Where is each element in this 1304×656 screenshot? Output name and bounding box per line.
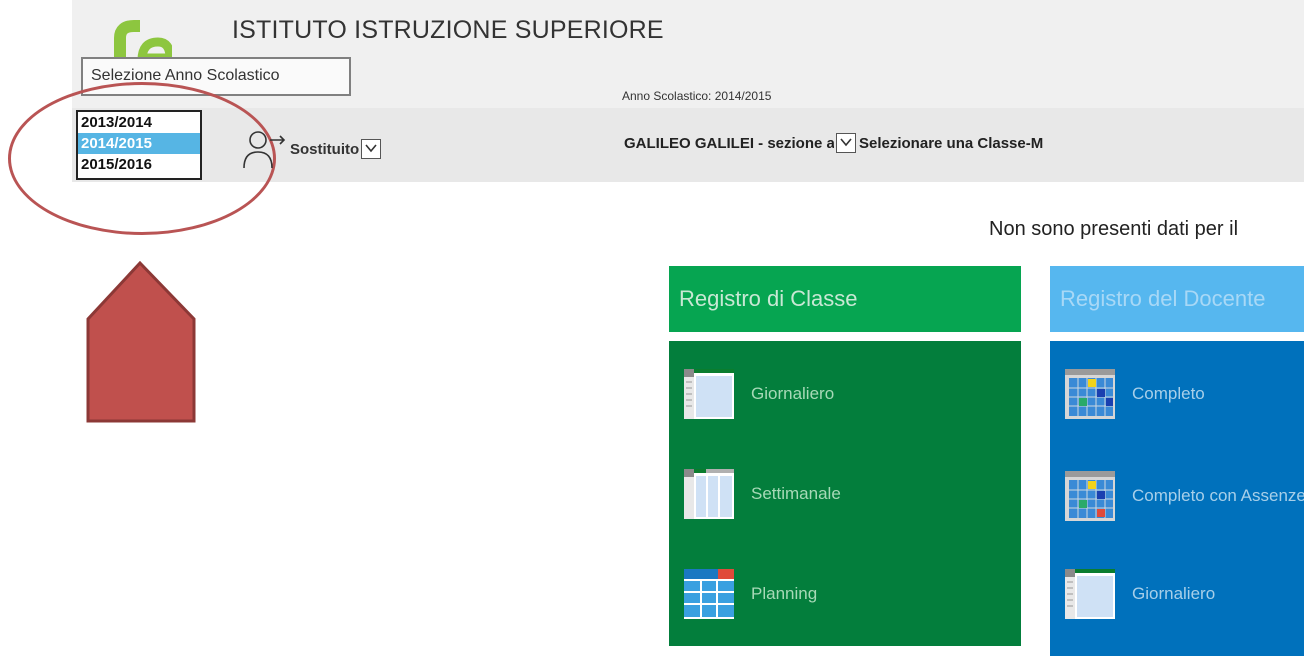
tile-registro-classe-header[interactable]: Registro di Classe	[669, 266, 1021, 332]
registro-classe-item-label: Settimanale	[751, 484, 841, 503]
annotation-up-arrow-icon	[86, 261, 196, 423]
school-year-label: Anno Scolastico: 2014/2015	[622, 89, 772, 103]
school-name: ISTITUTO ISTRUZIONE SUPERIORE	[232, 16, 664, 44]
school-branch-select-value[interactable]: GALILEO GALILEI - sezione associata IPIA…	[624, 135, 834, 152]
class-select-value[interactable]: Selezionare una Classe-M	[859, 135, 1043, 152]
daily-register-icon	[684, 369, 734, 419]
full-register-absences-icon	[1065, 471, 1115, 521]
tile-registro-classe-body: Giornaliero Settimanale Planning	[669, 341, 1021, 646]
registro-classe-item-label: Giornaliero	[751, 384, 835, 403]
daily-register-icon	[1065, 569, 1115, 619]
registro-docente-item-label: Giornaliero	[1132, 584, 1216, 603]
substitute-label: Sostituito	[290, 140, 360, 158]
registro-classe-planning-link[interactable]: Planning	[683, 568, 817, 620]
registro-docente-completo-link[interactable]: Completo	[1064, 368, 1205, 420]
chevron-down-icon	[365, 144, 377, 153]
substitute-selector[interactable]: Sostituito	[240, 128, 382, 170]
registro-docente-item-label: Completo con Assenze	[1132, 486, 1304, 505]
user-swap-icon	[243, 131, 286, 169]
no-data-message: Non sono presenti dati per il	[989, 218, 1239, 240]
full-register-icon	[1065, 369, 1115, 419]
registro-docente-item-label: Completo	[1132, 384, 1205, 403]
registro-classe-item-label: Planning	[751, 584, 818, 603]
weekly-register-icon	[684, 469, 734, 519]
annotation-circle	[8, 82, 276, 235]
chevron-down-icon	[840, 138, 852, 147]
tile-registro-docente-body: Completo Completo con Assenze Giornalier…	[1050, 341, 1304, 656]
substitute-dropdown-button[interactable]	[361, 139, 382, 159]
registro-classe-giornaliero-link[interactable]: Giornaliero	[683, 368, 834, 420]
tile-registro-docente-header[interactable]: Registro del Docente	[1050, 266, 1304, 332]
registro-docente-completo-assenze-link[interactable]: Completo con Assenze	[1064, 470, 1304, 522]
planning-grid-icon	[684, 569, 734, 619]
school-branch-dropdown-button[interactable]	[836, 133, 856, 153]
registro-docente-giornaliero-link[interactable]: Giornaliero	[1064, 568, 1215, 620]
registro-classe-settimanale-link[interactable]: Settimanale	[683, 468, 841, 520]
school-branch-select[interactable]: GALILEO GALILEI - sezione associata IPIA…	[624, 133, 1043, 153]
